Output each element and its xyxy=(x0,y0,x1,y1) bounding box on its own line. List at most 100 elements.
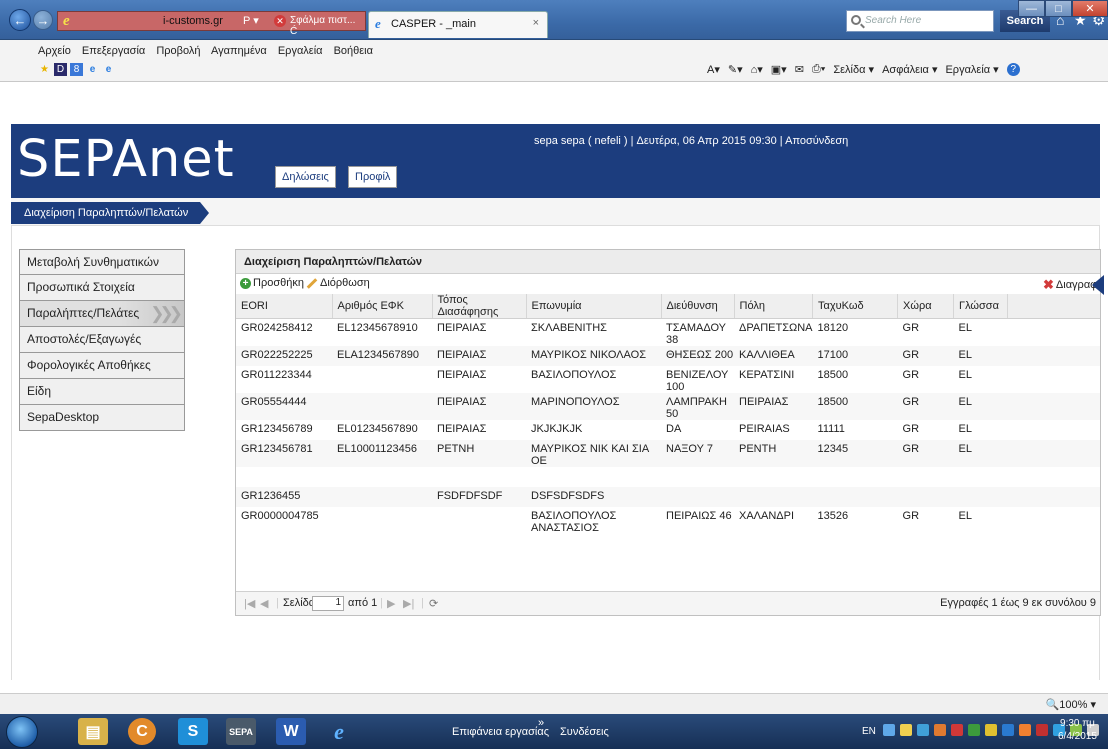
pager: |◀ ◀ | Σελίδα 1 από 1 | ▶ ▶| | ⟳ Εγγραφέ… xyxy=(236,591,1100,615)
mail-icon[interactable]: ✉ xyxy=(795,63,804,76)
column-header-excise-number[interactable]: Αριθμός ΕΦΚ xyxy=(332,294,433,319)
tray-icon[interactable] xyxy=(985,724,997,736)
menu-safety[interactable]: Ασφάλεια ▾ xyxy=(882,63,937,76)
sidebar-item-change-credentials[interactable]: Μεταβολή Συνθηματικών xyxy=(19,249,185,275)
nav-declarations-button[interactable]: Δηλώσεις xyxy=(275,166,336,188)
table-row[interactable]: GR1236455 FSDFDFSDF DSFSDFSDFS xyxy=(236,487,1100,507)
first-page-icon[interactable]: |◀ xyxy=(244,597,255,610)
links-toolbar[interactable]: Συνδέσεις xyxy=(560,726,609,738)
column-header-eori[interactable]: EORI xyxy=(236,294,333,319)
tab-close-icon[interactable]: × xyxy=(533,17,539,29)
breadcrumb[interactable]: Διαχείριση Παραληπτών/Πελατών xyxy=(11,202,210,224)
column-header-address[interactable]: Διεύθυνση xyxy=(661,294,735,319)
certificate-error-text[interactable]: Σφάλμα πιστ... Ć xyxy=(290,15,365,37)
ie-taskbar-icon[interactable]: e xyxy=(324,718,354,745)
clock[interactable]: 9:30 πμ 6/4/2015 xyxy=(1058,717,1097,743)
zoom-control[interactable]: 🔍100% ▾ xyxy=(1046,698,1096,711)
tray-icon[interactable] xyxy=(951,724,963,736)
clock-date: 6/4/2015 xyxy=(1058,731,1097,742)
column-header-country[interactable]: Χώρα xyxy=(897,294,955,319)
last-page-icon[interactable]: ▶| xyxy=(403,597,414,610)
translate-icon[interactable]: A▾ xyxy=(707,63,720,76)
tray-icon[interactable] xyxy=(1036,724,1048,736)
sidebar-item-personal-info[interactable]: Προσωπικά Στοιχεία xyxy=(19,275,185,301)
tray-icon[interactable] xyxy=(934,724,946,736)
word-icon[interactable]: W xyxy=(276,718,306,745)
search-input[interactable]: Search Here xyxy=(846,10,994,32)
tray-icon[interactable] xyxy=(1002,724,1014,736)
nav-profile-button[interactable]: Προφίλ xyxy=(348,166,398,188)
address-search-dropdown[interactable]: Ρ ▾ xyxy=(243,14,259,27)
menu-page[interactable]: Σελίδα ▾ xyxy=(833,63,874,76)
address-url[interactable]: i-customs.gr xyxy=(163,15,223,27)
column-header-clearance-place[interactable]: Τόπος Διασάφησης xyxy=(432,294,527,319)
print-icon[interactable]: ⎙▾ xyxy=(812,63,825,76)
page-number-input[interactable]: 1 xyxy=(312,596,344,611)
table-row[interactable]: GR011223344 ΠΕΙΡΑΙΑΣ ΒΑΣΙΛΟΠΟΥΛΟΣ ΒΕΝΙΖΕΛΟΥ… xyxy=(236,366,1100,393)
ie-favorite-dropdown-icon[interactable]: e xyxy=(102,63,115,76)
delete-button[interactable]: ✖ Διαγραφ xyxy=(1043,277,1097,293)
table-row[interactable]: GR0000004785 ΒΑΣΙΛΟΠΟΥΛΟΣ ΑΝΑΣΤΑΣΙΟΣ ΠΕΙΡΑ… xyxy=(236,507,1100,534)
column-header-city[interactable]: Πόλη xyxy=(734,294,814,319)
menu-favorites[interactable]: Αγαπημένα xyxy=(211,45,267,57)
favorite-site-icon[interactable]: D xyxy=(54,63,67,76)
back-button[interactable]: ← xyxy=(9,9,31,31)
toolbar-expand-icon[interactable]: » xyxy=(538,717,544,729)
pen-icon[interactable]: ✎▾ xyxy=(728,63,743,76)
favorites-star-icon[interactable]: ★ xyxy=(38,63,51,76)
table-row[interactable]: GR123456781 EL10001123456 ΡΕΤΝΗ ΜΑΥΡΙΚΟΣ ΝΙ… xyxy=(236,440,1100,467)
menu-view[interactable]: Προβολή xyxy=(156,45,200,57)
sidebar-item-recipients-customers[interactable]: Παραλήπτες/Πελάτες ❯❯❯ xyxy=(19,301,185,327)
menu-tools[interactable]: Εργαλεία xyxy=(278,45,323,57)
table-row[interactable]: GR024258412 EL12345678910 ΠΕΙΡΑΙΑΣ ΣΚΛΑΒΕΝΙ… xyxy=(236,319,1100,346)
skype-icon[interactable]: S xyxy=(178,718,208,745)
tray-icon[interactable] xyxy=(968,724,980,736)
table-cell: EL xyxy=(958,369,972,381)
refresh-icon[interactable]: ⟳ xyxy=(429,597,438,610)
chrome-icon[interactable]: C xyxy=(128,718,156,745)
prev-page-icon[interactable]: ◀ xyxy=(260,597,268,610)
menu-file[interactable]: Αρχείο xyxy=(38,45,71,57)
table-row[interactable]: GR05554444 ΠΕΙΡΑΙΑΣ ΜΑΡΙΝΟΠΟΥΛΟΣ ΛΑΜΠΡΑΚΗ 5… xyxy=(236,393,1100,420)
collapse-tab-icon[interactable] xyxy=(1092,275,1108,295)
table-cell: GR022252225 xyxy=(236,346,332,366)
menu-help[interactable]: Βοήθεια xyxy=(334,45,373,57)
close-window-button[interactable]: ✕ xyxy=(1072,0,1108,17)
table-row[interactable]: GR123456789 EL01234567890 ΠΕΙΡΑΙΑΣ JKJKJKJK… xyxy=(236,420,1100,440)
tray-icon[interactable] xyxy=(900,724,912,736)
ie-favorite-icon[interactable]: e xyxy=(86,63,99,76)
next-page-icon[interactable]: ▶ xyxy=(387,597,395,610)
sidebar-item-shipments-exports[interactable]: Αποστολές/Εξαγωγές xyxy=(19,327,185,353)
forward-button[interactable]: → xyxy=(33,10,53,30)
add-button[interactable]: + Προσθήκη xyxy=(240,277,304,289)
help-icon[interactable]: ? xyxy=(1006,63,1020,76)
user-info[interactable]: sepa sepa ( nefeli ) | Δευτέρα, 06 Απρ 2… xyxy=(534,135,848,147)
tray-icon[interactable] xyxy=(1019,724,1031,736)
minimize-button[interactable]: — xyxy=(1018,0,1045,17)
tray-icon[interactable] xyxy=(883,724,895,736)
sidebar-item-sepadesktop[interactable]: SepaDesktop xyxy=(19,405,185,431)
edit-button[interactable]: Διόρθωση xyxy=(306,277,370,289)
tab-casper[interactable]: e CASPER - _main × xyxy=(368,11,548,38)
maximize-button[interactable]: □ xyxy=(1045,0,1072,17)
home-cmd-icon[interactable]: ⌂▾ xyxy=(751,63,763,76)
desktop-toolbar[interactable]: Επιφάνεια εργασίας xyxy=(452,726,549,738)
sidebar-item-tax-warehouses[interactable]: Φορολογικές Αποθήκες xyxy=(19,353,185,379)
column-header-surname[interactable]: Επωνυμία xyxy=(526,294,662,319)
tray-icon[interactable] xyxy=(917,724,929,736)
column-header-language[interactable]: Γλώσσα xyxy=(953,294,1009,319)
column-header-postcode[interactable]: ΤαχυΚωδ xyxy=(812,294,899,319)
table-row[interactable] xyxy=(236,467,1100,487)
file-explorer-icon[interactable]: ▤ xyxy=(78,718,108,745)
feeds-icon[interactable]: ▣▾ xyxy=(771,63,787,76)
start-button[interactable] xyxy=(6,716,38,748)
table-row[interactable]: GR022252225 ELA1234567890 ΠΕΙΡΑΙΑΣ ΜΑΥΡΙΚΟΣ… xyxy=(236,346,1100,366)
menu-edit[interactable]: Επεξεργασία xyxy=(82,45,145,57)
menu-cmd-tools[interactable]: Εργαλεία ▾ xyxy=(945,63,998,76)
sepa-desktop-icon[interactable]: SEPA xyxy=(226,718,256,745)
language-indicator[interactable]: EN xyxy=(862,726,876,737)
address-bar[interactable]: e i-customs.gr Ρ ▾ ✕ Σφάλμα πιστ... Ć xyxy=(57,11,366,37)
certificate-error-icon[interactable]: ✕ xyxy=(274,15,286,27)
sidebar-item-items[interactable]: Είδη xyxy=(19,379,185,405)
favorite-site-icon[interactable]: 8 xyxy=(70,63,83,76)
